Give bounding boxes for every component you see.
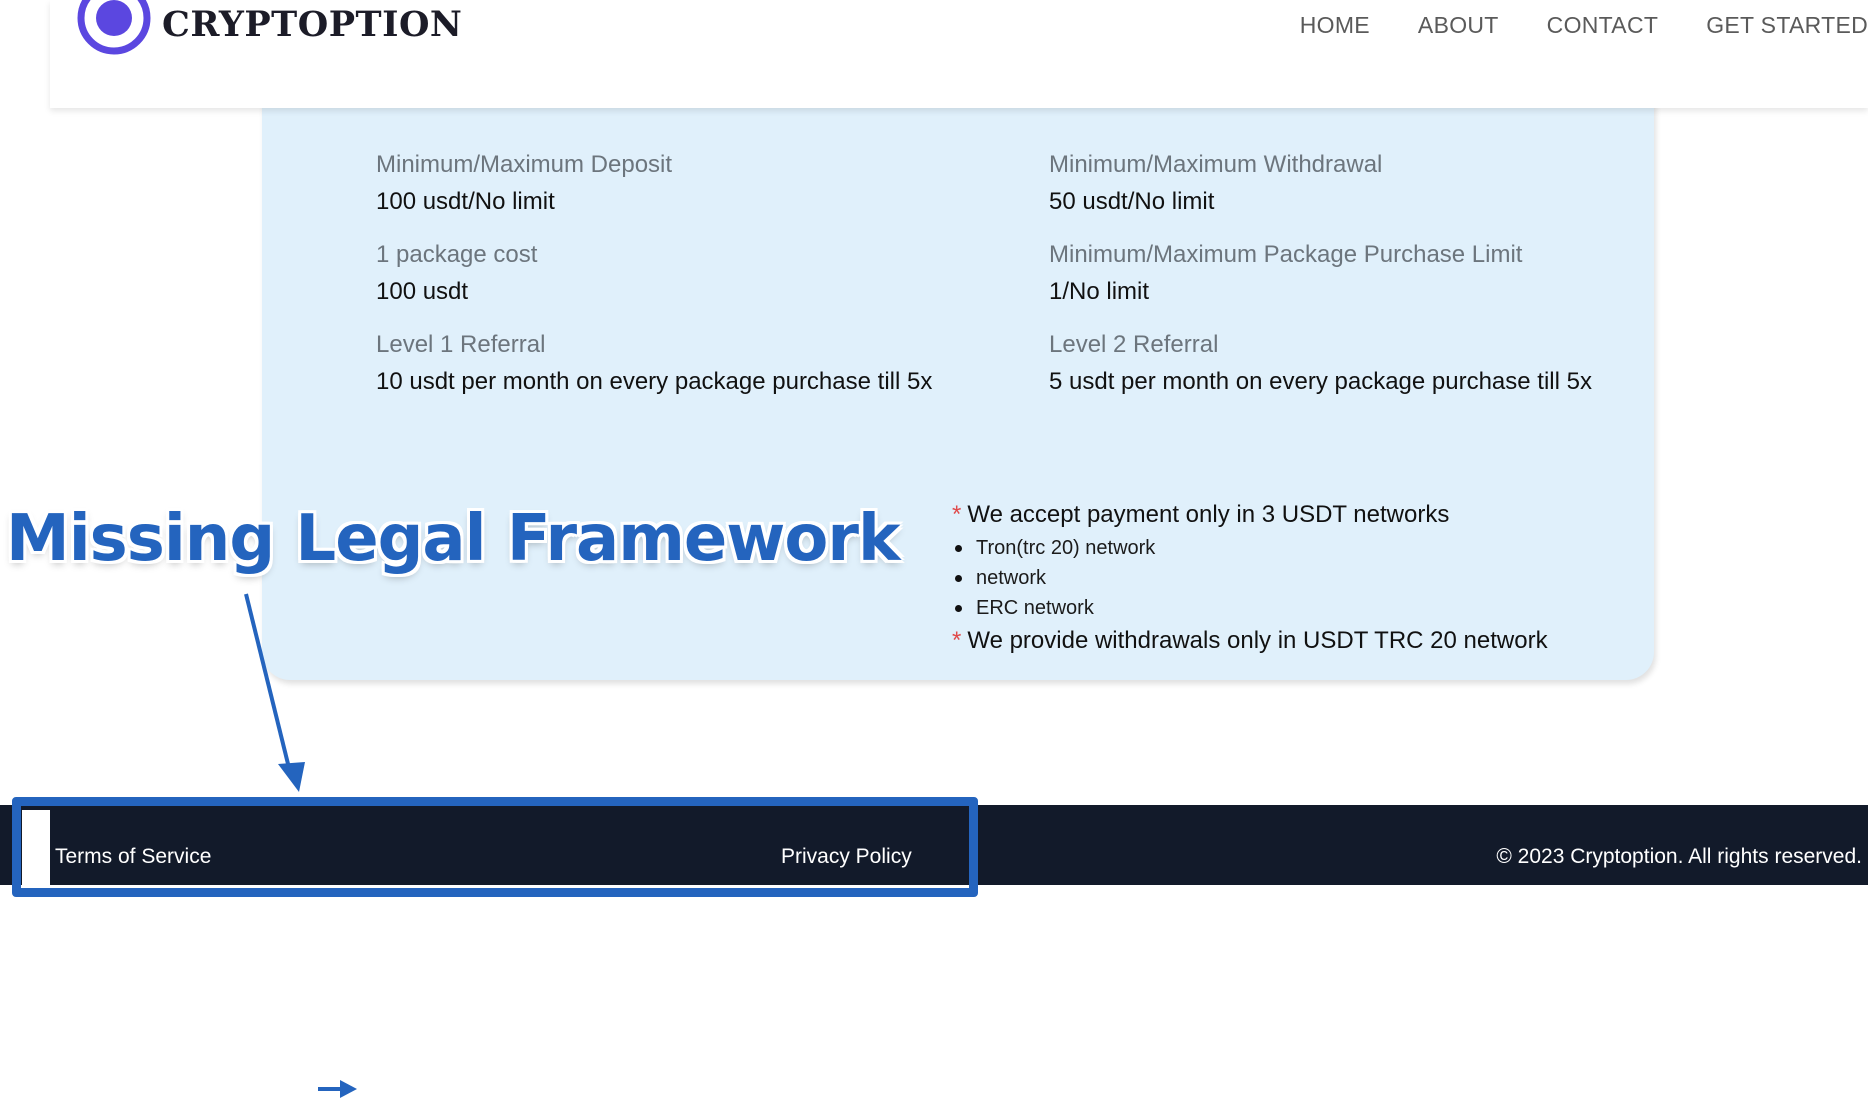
network-item: ERC network [955, 593, 1548, 623]
deposit-info: Minimum/Maximum Deposit 100 usdt/No limi… [376, 150, 672, 217]
copyright-text: © 2023 Cryptoption. All rights reserved. [1496, 845, 1862, 868]
nav-about[interactable]: ABOUT [1418, 12, 1499, 39]
small-arrow-icon [318, 1080, 357, 1098]
payment-notes: * We accept payment only in 3 USDT networ… [952, 500, 1548, 656]
nav-get-started[interactable]: GET STARTED [1706, 12, 1868, 39]
deposit-label: Minimum/Maximum Deposit [376, 151, 673, 178]
package-limit-label: Minimum/Maximum Package Purchase Limit [1049, 241, 1523, 268]
package-cost-label: 1 package cost [376, 241, 538, 268]
brand-name[interactable]: CRYPTOPTION [162, 4, 462, 45]
level1-referral-value: 10 usdt per month on every package purch… [376, 368, 933, 395]
payment-network-note: * We accept payment only in 3 USDT networ… [952, 500, 1548, 530]
level1-referral-info: Level 1 Referral 10 usdt per month on ev… [376, 330, 932, 397]
required-star: * [952, 627, 962, 654]
annotation-title: Missing Legal Framework [6, 502, 900, 576]
annotation-highlight-box [12, 797, 978, 897]
network-item: Tron(trc 20) network [955, 533, 1548, 563]
ring-logo-icon[interactable] [74, 0, 154, 58]
site-header: CRYPTOPTION HOME ABOUT CONTACT GET START… [50, 0, 1868, 108]
package-limit-info: Minimum/Maximum Package Purchase Limit 1… [1049, 240, 1522, 307]
page: CRYPTOPTION HOME ABOUT CONTACT GET START… [0, 0, 1868, 1103]
package-cost-value: 100 usdt [376, 278, 469, 305]
withdrawal-label: Minimum/Maximum Withdrawal [1049, 151, 1383, 178]
level2-referral-info: Level 2 Referral 5 usdt per month on eve… [1049, 330, 1592, 397]
withdrawal-value: 50 usdt/No limit [1049, 188, 1215, 215]
withdrawal-network-note: * We provide withdrawals only in USDT TRC… [952, 626, 1548, 656]
nav-contact[interactable]: CONTACT [1547, 12, 1659, 39]
main-nav: HOME ABOUT CONTACT GET STARTED [1300, 12, 1868, 39]
plan-info-card: Minimum/Maximum Deposit 100 usdt/No limi… [262, 40, 1654, 680]
level1-referral-label: Level 1 Referral [376, 331, 546, 358]
deposit-value: 100 usdt/No limit [376, 188, 555, 215]
network-item: network [955, 563, 1548, 593]
withdrawal-note-text: We provide withdrawals only in USDT TRC … [967, 627, 1548, 654]
level2-referral-label: Level 2 Referral [1049, 331, 1219, 358]
withdrawal-info: Minimum/Maximum Withdrawal 50 usdt/No li… [1049, 150, 1382, 217]
package-limit-value: 1/No limit [1049, 278, 1150, 305]
nav-home[interactable]: HOME [1300, 12, 1370, 39]
payment-note-text: We accept payment only in 3 USDT network… [967, 501, 1450, 528]
package-cost-info: 1 package cost 100 usdt [376, 240, 537, 307]
required-star: * [952, 501, 962, 528]
level2-referral-value: 5 usdt per month on every package purcha… [1049, 368, 1592, 395]
network-list: Tron(trc 20) network network ERC network [952, 533, 1548, 623]
